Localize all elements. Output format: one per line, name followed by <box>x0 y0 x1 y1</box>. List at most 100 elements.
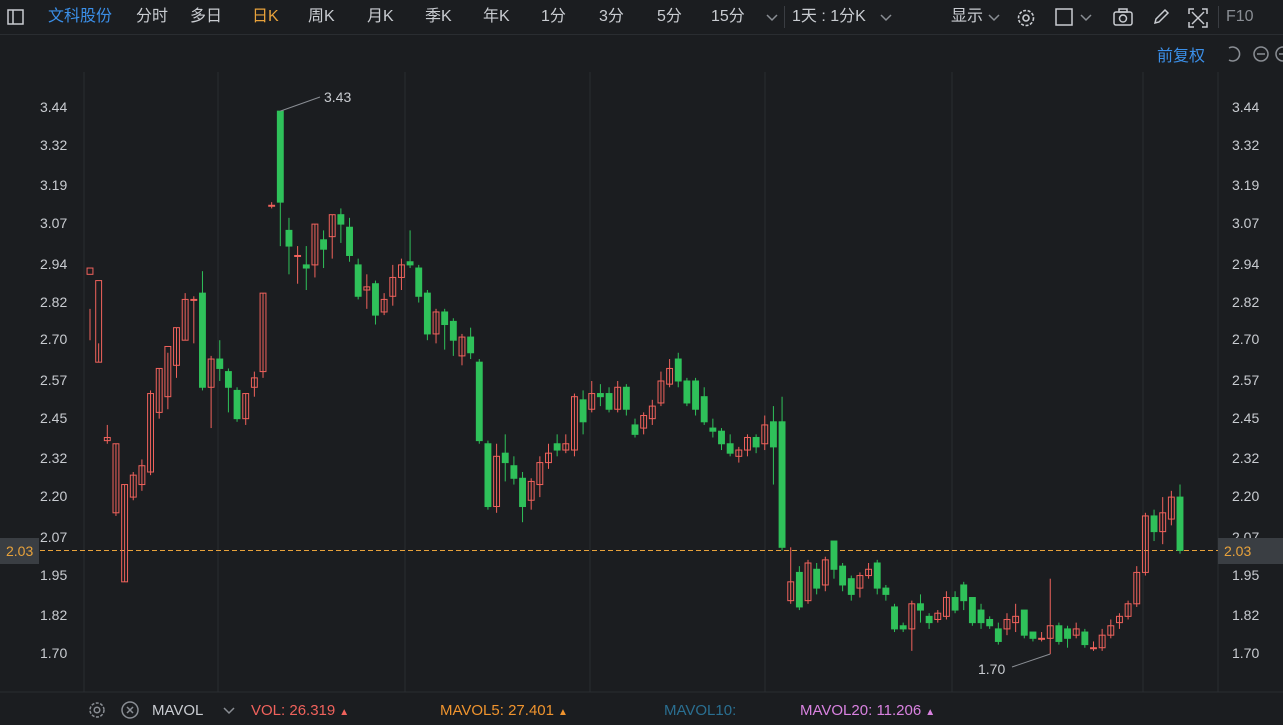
candle-down <box>579 399 587 423</box>
camera-icon[interactable] <box>1112 7 1133 27</box>
price-tick-label: 2.45 <box>1232 409 1260 426</box>
candle-up <box>735 449 743 457</box>
candle-up <box>190 298 198 301</box>
chevron-down-icon[interactable] <box>219 700 239 720</box>
candle-down <box>891 606 898 630</box>
mavol5-indicator: MAVOL5: 27.401 ▲ <box>440 698 568 723</box>
candle-down <box>605 393 613 410</box>
candle-down <box>415 267 423 297</box>
candle-down <box>501 452 509 464</box>
candle-up <box>1098 634 1106 649</box>
undo-icon[interactable] <box>1223 44 1243 64</box>
price-tick-label: 2.70 <box>1232 331 1260 348</box>
candle-down <box>899 625 907 630</box>
tab-1min[interactable]: 1分 <box>541 0 566 34</box>
checkbox-icon[interactable] <box>1054 7 1074 27</box>
kline-chart[interactable] <box>0 0 1283 723</box>
price-tick-label: 2.94 <box>40 255 68 272</box>
candle-down <box>233 389 241 420</box>
price-tick-label: 1.82 <box>1232 607 1260 624</box>
candle-down <box>199 292 206 388</box>
price-tick-label: 2.57 <box>1232 372 1260 388</box>
candle-down <box>1176 496 1184 551</box>
low-leader-line <box>1011 653 1051 668</box>
price-tick-label: 1.70 <box>1232 645 1260 661</box>
candle-down <box>519 477 526 508</box>
stock-name[interactable]: 文科股份 <box>48 0 112 34</box>
vol-indicator: VOL: 26.319 ▲ <box>251 698 349 723</box>
candle-up <box>458 336 466 357</box>
candle-down <box>285 229 293 247</box>
gear-icon[interactable] <box>87 700 107 720</box>
zoom-in-icon[interactable] <box>1273 44 1283 64</box>
fullscreen-icon[interactable] <box>1187 7 1208 28</box>
candle-up <box>666 367 674 385</box>
chevron-down-icon[interactable] <box>762 7 782 27</box>
candle-up <box>934 612 942 620</box>
price-tick-label: 3.32 <box>40 136 68 153</box>
candle-up <box>1159 512 1167 533</box>
tab-weekly-k[interactable]: 周K <box>308 0 335 34</box>
candle-down <box>700 396 708 423</box>
vol-label: VOL: <box>251 702 286 719</box>
candle-down <box>441 311 449 326</box>
chevron-down-icon[interactable] <box>986 7 1006 27</box>
candle-down <box>752 436 760 448</box>
candle-down <box>302 264 310 269</box>
candle-down <box>925 615 933 624</box>
price-tick-label: 2.70 <box>40 331 68 348</box>
close-icon[interactable] <box>120 700 140 720</box>
candle-down <box>553 443 561 451</box>
high-leader-line <box>280 96 321 112</box>
candle-up <box>614 386 622 410</box>
tab-intraday[interactable]: 分时 <box>136 0 168 34</box>
candle-up <box>397 264 405 278</box>
candle-down <box>467 336 475 354</box>
candle-up <box>147 393 154 473</box>
chevron-down-icon[interactable] <box>1078 7 1098 27</box>
candle-down <box>622 386 630 410</box>
tab-yearly-k[interactable]: 年K <box>483 0 510 34</box>
period-select[interactable]: 1天 : 1分K <box>792 0 866 34</box>
price-tick-label: 3.07 <box>40 215 68 232</box>
gear-icon[interactable] <box>1015 7 1035 27</box>
pencil-icon[interactable] <box>1151 7 1171 27</box>
candle-up <box>86 267 94 275</box>
tab-monthly-k[interactable]: 月K <box>367 0 394 34</box>
chevron-down-icon[interactable] <box>876 7 896 27</box>
candle-up <box>804 562 812 602</box>
tab-daily-k[interactable]: 日K <box>252 0 279 34</box>
price-tick-label: 3.32 <box>1232 136 1260 153</box>
candle-down <box>1020 609 1028 636</box>
candle-up <box>1090 647 1097 650</box>
tab-quarterly-k[interactable]: 季K <box>425 0 452 34</box>
candle-down <box>372 283 379 316</box>
candle-up <box>1003 618 1011 630</box>
adjust-mode-button[interactable]: 前复权 <box>1157 42 1205 66</box>
candle-down <box>683 380 691 404</box>
candle-down <box>847 578 855 595</box>
candle-down <box>873 562 881 589</box>
candle-up <box>1038 637 1046 640</box>
sidebar-toggle-icon[interactable] <box>6 7 26 27</box>
price-tick-label: 3.19 <box>1232 177 1260 194</box>
display-menu[interactable]: 显示 <box>951 0 983 34</box>
candle-up <box>787 581 795 602</box>
tab-multiday[interactable]: 多日 <box>190 0 222 34</box>
zoom-out-icon[interactable] <box>1251 44 1271 64</box>
tab-3min[interactable]: 3分 <box>599 0 624 34</box>
candle-up <box>181 298 189 341</box>
tab-15min[interactable]: 15分 <box>711 0 745 34</box>
price-tick-label: 3.07 <box>1232 215 1260 232</box>
f10-button[interactable]: F10 <box>1226 0 1254 34</box>
candle-up <box>207 358 215 388</box>
indicator-name[interactable]: MAVOL <box>152 698 203 723</box>
candle-down <box>674 358 682 382</box>
candle-down <box>510 465 518 479</box>
candle-down <box>795 571 803 608</box>
tab-5min[interactable]: 5分 <box>657 0 682 34</box>
low-price-annotation: 1.70 <box>978 661 1006 677</box>
candle-up <box>121 484 129 583</box>
candle-down <box>839 565 847 586</box>
candle-down <box>346 226 353 256</box>
